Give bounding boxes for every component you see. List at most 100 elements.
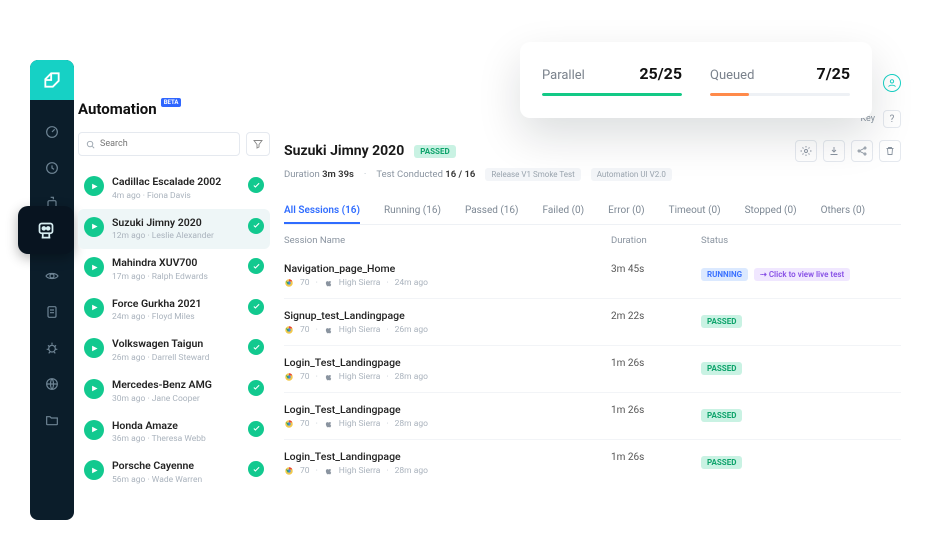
session-meta: 70·High Sierra·28m ago — [284, 372, 611, 382]
nav-globe-icon[interactable] — [38, 370, 66, 398]
session-row[interactable]: Signup_test_Landingpage70·High Sierra·26… — [284, 298, 901, 345]
build-status-icon — [84, 420, 104, 440]
session-duration: 3m 45s — [611, 262, 701, 275]
queued-label: Queued — [710, 68, 754, 83]
tab[interactable]: Passed (16) — [465, 199, 519, 224]
build-item[interactable]: Suzuki Jimny 202012m ago · Leslie Alexan… — [78, 209, 270, 250]
gear-icon — [800, 145, 812, 157]
nav-automation-active-icon[interactable] — [18, 206, 74, 254]
search-icon — [85, 139, 96, 150]
build-tag: Automation UI V2.0 — [591, 168, 672, 181]
help-button[interactable]: ? — [883, 110, 901, 128]
nav-dashboard-icon[interactable] — [38, 118, 66, 146]
parallel-queued-card: Parallel 25/25 Queued 7/25 — [520, 42, 872, 118]
build-check-icon — [248, 299, 264, 315]
build-status-chip: PASSED — [414, 145, 455, 158]
build-name: Cadillac Escalade 2002 — [112, 176, 240, 189]
chrome-icon — [284, 466, 294, 476]
brand-logo[interactable] — [30, 60, 74, 100]
tab[interactable]: Others (0) — [821, 199, 866, 224]
session-row[interactable]: Navigation_page_Home 70·High Sierra·24m a… — [284, 252, 901, 298]
build-meta: 30m ago · Jane Cooper — [112, 394, 240, 404]
build-meta: 17m ago · Ralph Edwards — [112, 272, 240, 282]
tab[interactable]: Stopped (0) — [745, 199, 797, 224]
col-status: Status — [701, 235, 901, 246]
build-status-icon — [84, 217, 104, 237]
queued-value: 7/25 — [817, 64, 850, 83]
build-status-icon — [84, 460, 104, 480]
build-item[interactable]: Mahindra XUV70017m ago · Ralph Edwards — [78, 249, 270, 290]
build-meta: 36m ago · Theresa Webb — [112, 434, 240, 444]
download-button[interactable] — [823, 140, 845, 162]
parallel-label: Parallel — [542, 68, 585, 83]
session-row[interactable]: Login_Test_Landingpage70·High Sierra·28m… — [284, 392, 901, 439]
search-input-wrap[interactable] — [78, 132, 240, 156]
tab[interactable]: Timeout (0) — [669, 199, 721, 224]
build-check-icon — [248, 177, 264, 193]
build-name: Honda Amaze — [112, 420, 240, 433]
session-meta: 70·High Sierra·28m ago — [284, 466, 611, 476]
session-tabs: All Sessions (16) Running (16) Passed (16)… — [284, 199, 901, 225]
build-item[interactable]: Force Gurkha 202124m ago · Floyd Miles — [78, 290, 270, 331]
session-status-chip: PASSED — [701, 362, 742, 375]
build-check-icon — [248, 380, 264, 396]
delete-button[interactable] — [879, 140, 901, 162]
build-item[interactable]: Volkswagen Taigun26m ago · Darrell Stewa… — [78, 330, 270, 371]
build-check-icon — [248, 218, 264, 234]
col-duration: Duration — [611, 235, 701, 246]
build-item[interactable]: Mercedes-Benz AMG 30m ago · Jane Cooper — [78, 371, 270, 412]
session-status-chip: PASSED — [701, 409, 742, 422]
session-duration: 2m 22s — [611, 309, 701, 322]
apple-icon — [324, 372, 333, 382]
parallel-bar — [542, 93, 682, 96]
tab[interactable]: Running (16) — [384, 199, 441, 224]
session-row[interactable]: Login_Test_Landingpage70·High Sierra·28m… — [284, 439, 901, 486]
tab[interactable]: All Sessions (16) — [284, 199, 360, 224]
build-status-icon — [84, 338, 104, 358]
profile-avatar-icon[interactable] — [883, 74, 901, 92]
build-item[interactable]: Porsche Cayenne56m ago · Wade Warren — [78, 452, 270, 493]
build-title: Suzuki Jimny 2020 — [284, 143, 404, 159]
build-check-icon — [248, 339, 264, 355]
nav-folder-icon[interactable] — [38, 406, 66, 434]
filter-button[interactable] — [246, 132, 270, 156]
parallel-value: 25/25 — [639, 64, 682, 83]
build-subline: Duration 3m 39s · Test Conducted 16 / 16… — [284, 168, 901, 181]
session-status-chip: RUNNING — [701, 268, 748, 281]
build-meta: 12m ago · Leslie Alexander — [112, 231, 240, 241]
nav-bug-icon[interactable] — [38, 334, 66, 362]
nav-docs-icon[interactable] — [38, 298, 66, 326]
build-item[interactable]: Cadillac Escalade 2002 4m ago · Fiona Dav… — [78, 168, 270, 209]
session-meta: 70·High Sierra·24m ago — [284, 278, 611, 288]
session-name: Navigation_page_Home — [284, 262, 611, 275]
apple-icon — [324, 419, 333, 429]
tab[interactable]: Failed (0) — [543, 199, 585, 224]
tab[interactable]: Error (0) — [608, 199, 644, 224]
beta-badge: BETA — [161, 98, 182, 107]
nav-history-icon[interactable] — [38, 154, 66, 182]
search-input[interactable] — [100, 139, 233, 149]
build-name: Volkswagen Taigun — [112, 338, 240, 351]
apple-icon — [324, 278, 333, 288]
session-name: Login_Test_Landingpage — [284, 403, 611, 416]
build-check-icon — [248, 258, 264, 274]
settings-button[interactable] — [795, 140, 817, 162]
view-live-button[interactable]: ⇢ Click to view live test — [754, 268, 850, 281]
build-meta: 56m ago · Wade Warren — [112, 475, 240, 485]
build-name: Force Gurkha 2021 — [112, 298, 240, 311]
chrome-icon — [284, 419, 294, 429]
session-name: Signup_test_Landingpage — [284, 309, 611, 322]
build-meta: 24m ago · Floyd Miles — [112, 312, 240, 322]
build-item[interactable]: Honda Amaze36m ago · Theresa Webb — [78, 412, 270, 453]
nav-vision-icon[interactable] — [38, 262, 66, 290]
download-icon — [828, 145, 840, 157]
apple-icon — [324, 466, 333, 476]
session-row[interactable]: Login_Test_Landingpage 70·High Sierra·28m… — [284, 345, 901, 392]
build-name: Mercedes-Benz AMG — [112, 379, 240, 392]
build-meta: 4m ago · Fiona Davis — [112, 191, 240, 201]
trash-icon — [884, 145, 896, 157]
build-check-icon — [248, 421, 264, 437]
session-name: Login_Test_Landingpage — [284, 356, 611, 369]
chrome-icon — [284, 372, 294, 382]
share-button[interactable] — [851, 140, 873, 162]
